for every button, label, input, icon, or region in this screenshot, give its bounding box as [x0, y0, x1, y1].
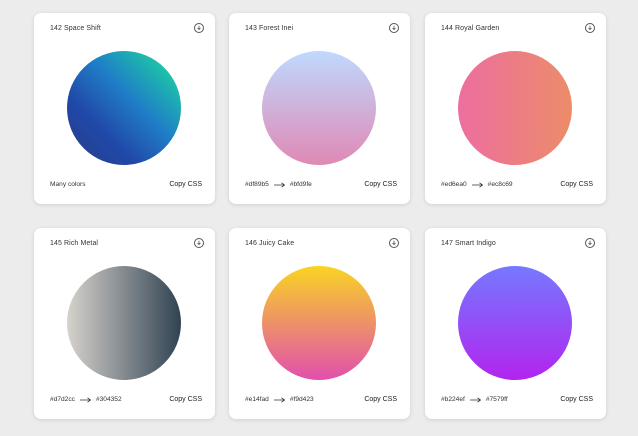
- copy-css-label: Copy CSS: [364, 181, 397, 188]
- card-footer: #d7d2cc #304352 Copy CSS: [50, 396, 202, 408]
- arrow-right-icon: [469, 396, 482, 403]
- copy-css-button[interactable]: Copy CSS: [364, 396, 397, 403]
- download-circle-icon[interactable]: [194, 23, 204, 33]
- arrow-right-icon: [273, 181, 286, 188]
- hex-from: #e14fad: [245, 396, 269, 403]
- hex-to: #ec8c69: [487, 181, 513, 188]
- hex-from: #d7d2cc: [50, 396, 75, 403]
- gradient-card-145: 145 Rich Metal #d7d2cc #304352 Copy CSS: [34, 228, 215, 419]
- gradient-card-147: 147 Smart Indigo #b224ef #7579ff Copy CS…: [425, 228, 606, 419]
- download-circle-icon[interactable]: [585, 238, 595, 248]
- hex-from: #ed6ea0: [441, 181, 467, 188]
- gradient-preview-circle: [458, 266, 572, 380]
- gradient-preview-circle: [262, 266, 376, 380]
- download-circle-icon[interactable]: [194, 238, 204, 248]
- card-footer: #ed6ea0 #ec8c69 Copy CSS: [441, 181, 593, 193]
- copy-css-button[interactable]: Copy CSS: [169, 396, 202, 403]
- card-footer: #e14fad #f9d423 Copy CSS: [245, 396, 397, 408]
- hex-from: #b224ef: [441, 396, 465, 403]
- card-footer: Many colors Copy CSS: [50, 181, 202, 193]
- gradient-preview-circle: [67, 266, 181, 380]
- arrow-right-icon: [79, 396, 92, 403]
- colors-label: Many colors: [50, 181, 86, 188]
- hex-to: #7579ff: [485, 396, 508, 403]
- hex-to: #304352: [95, 396, 122, 403]
- copy-css-button[interactable]: Copy CSS: [560, 396, 593, 403]
- card-footer: #b224ef #7579ff Copy CSS: [441, 396, 593, 408]
- card-footer: #df89b5 #bfd9fe Copy CSS: [245, 181, 397, 193]
- gradient-card-142: 142 Space Shift Many colors Copy CSS: [34, 13, 215, 204]
- card-title: 144 Royal Garden: [441, 25, 500, 32]
- gradient-card-144: 144 Royal Garden #ed6ea0 #ec8c69 Copy CS…: [425, 13, 606, 204]
- card-title: 142 Space Shift: [50, 25, 101, 32]
- card-title: 147 Smart Indigo: [441, 240, 496, 247]
- download-circle-icon[interactable]: [585, 23, 595, 33]
- gradient-preview-circle: [262, 51, 376, 165]
- hex-to: #f9d423: [289, 396, 314, 403]
- gradient-card-146: 146 Juicy Cake #e14fad #f9d423 Copy CSS: [229, 228, 410, 419]
- copy-css-label: Copy CSS: [169, 396, 202, 403]
- copy-css-label: Copy CSS: [560, 396, 593, 403]
- copy-css-label: Copy CSS: [169, 181, 202, 188]
- copy-css-button[interactable]: Copy CSS: [560, 181, 593, 188]
- copy-css-button[interactable]: Copy CSS: [364, 181, 397, 188]
- gradient-preview-circle: [67, 51, 181, 165]
- gradient-card-143: 143 Forest Inei #df89b5 #bfd9fe Copy CSS: [229, 13, 410, 204]
- hex-from: #df89b5: [245, 181, 269, 188]
- card-title: 145 Rich Metal: [50, 240, 99, 247]
- hex-to: #bfd9fe: [289, 181, 312, 188]
- download-circle-icon[interactable]: [389, 238, 399, 248]
- copy-css-button[interactable]: Copy CSS: [169, 181, 202, 188]
- arrow-right-icon: [471, 181, 484, 188]
- copy-css-label: Copy CSS: [364, 396, 397, 403]
- card-title: 143 Forest Inei: [245, 25, 294, 32]
- copy-css-label: Copy CSS: [560, 181, 593, 188]
- arrow-right-icon: [273, 396, 286, 403]
- card-title: 146 Juicy Cake: [245, 240, 295, 247]
- download-circle-icon[interactable]: [389, 23, 399, 33]
- gradient-preview-circle: [458, 51, 572, 165]
